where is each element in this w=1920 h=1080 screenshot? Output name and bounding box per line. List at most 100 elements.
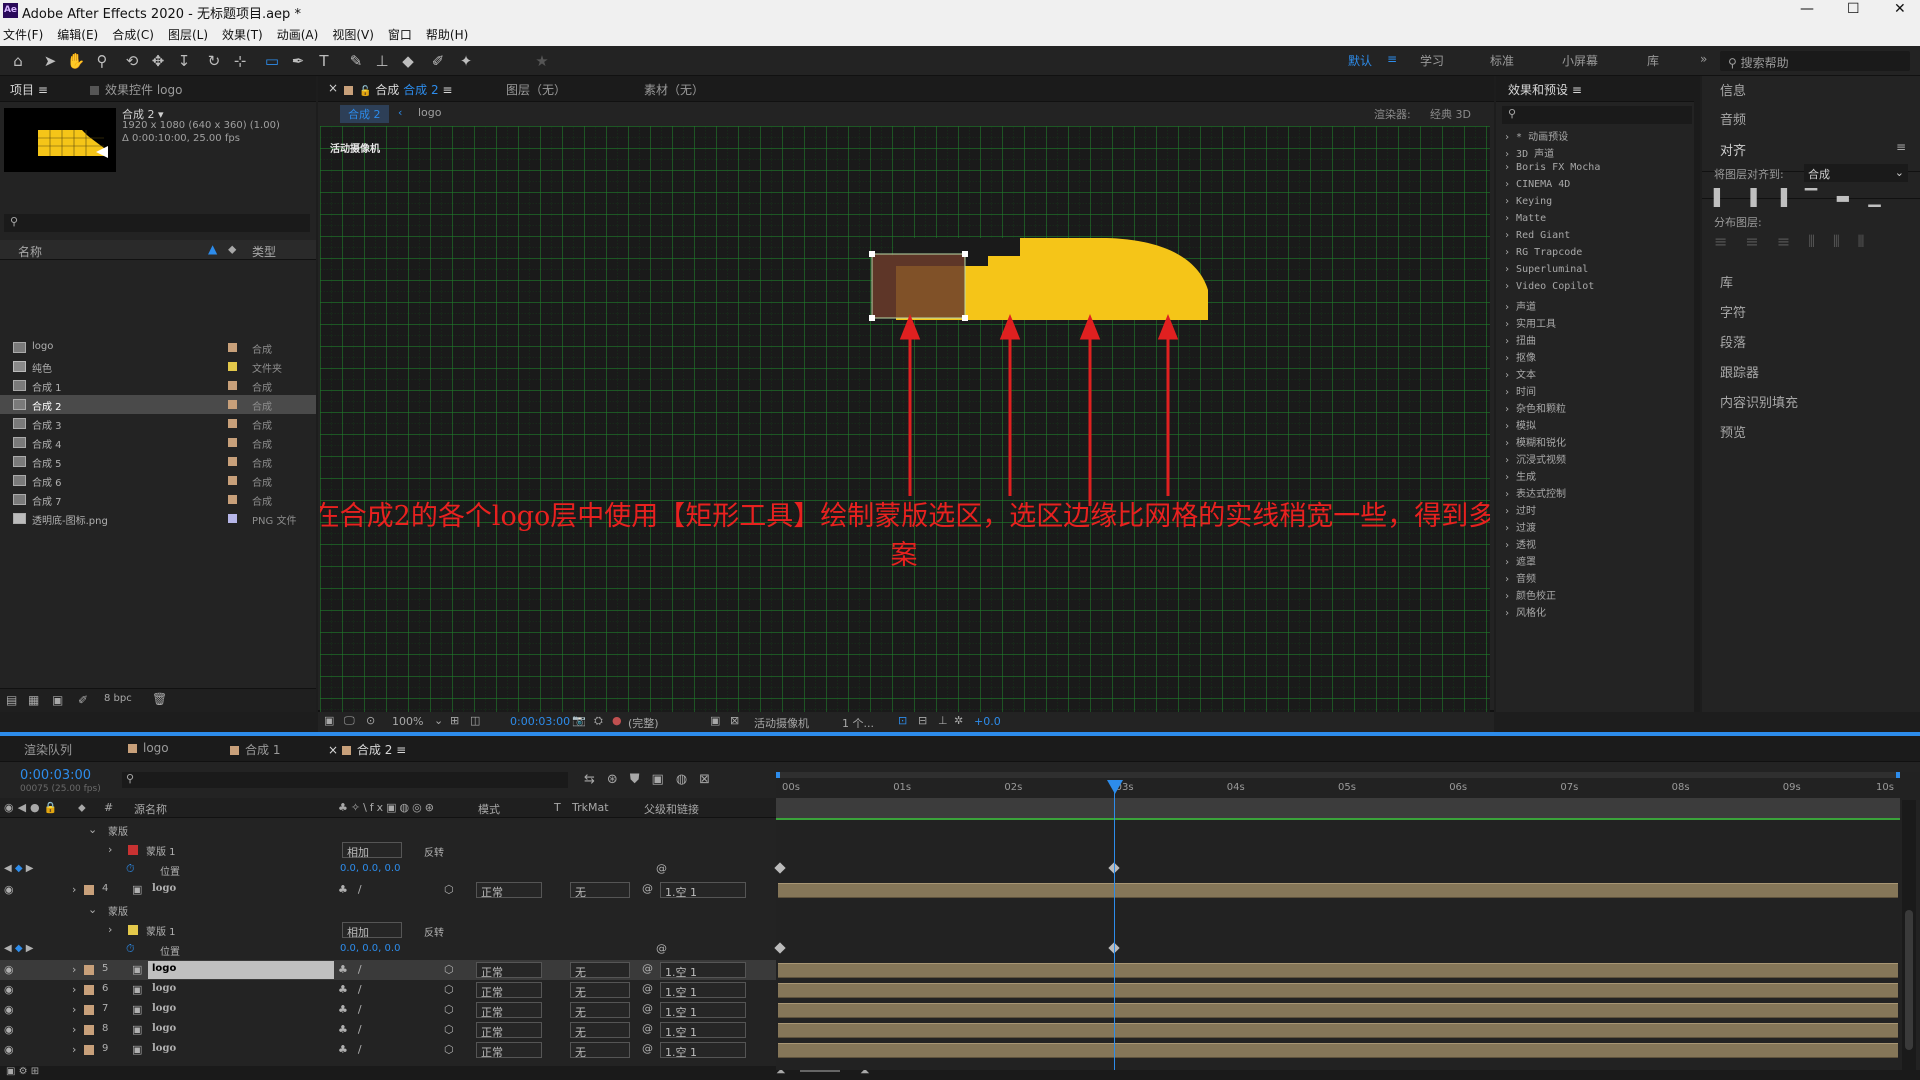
timeline-row-mask[interactable]: › 蒙版 1 相加 反转	[0, 840, 776, 860]
menu-window[interactable]: 窗口	[388, 26, 412, 43]
label-color-swatch[interactable]	[228, 419, 237, 428]
pick-whip-icon[interactable]: @	[642, 1022, 653, 1035]
mask-color-swatch[interactable]	[128, 925, 138, 935]
breadcrumb-logo[interactable]: logo	[418, 106, 442, 119]
effect-category[interactable]: › 模糊和锐化	[1504, 434, 1566, 449]
safe-zones-icon[interactable]: ⊞	[450, 714, 459, 727]
workspace-standard[interactable]: 标准	[1490, 52, 1514, 69]
layer-name[interactable]: logo	[152, 983, 176, 994]
preview-icon[interactable]: ▣	[324, 714, 334, 727]
3d-layer-icon[interactable]: ⬡	[444, 1003, 454, 1016]
library-panel-tab[interactable]: 库	[1720, 272, 1733, 291]
project-item[interactable]: 合成 6 合成	[0, 471, 316, 490]
menu-layer[interactable]: 图层(L)	[168, 26, 208, 43]
transparency-grid-icon[interactable]: ◫	[470, 714, 480, 727]
menu-composition[interactable]: 合成(C)	[112, 26, 154, 43]
timeline-row-mask[interactable]: › 蒙版 1 相加 反转	[0, 920, 776, 940]
timeline-row-layer[interactable]: ◉ › 8 ▣ logo ♣/ ⬡ 正常 无 @1.空 1	[0, 1020, 776, 1040]
chevron-down-icon[interactable]: ⌄	[88, 903, 97, 916]
effect-category[interactable]: › RG Trapcode	[1504, 247, 1582, 258]
menu-file[interactable]: 文件(F)	[3, 26, 43, 43]
align-buttons[interactable]: ▌▐▐▔▬▁	[1714, 188, 1899, 207]
selection-tool-icon[interactable]: ➤	[38, 50, 62, 72]
tab-effects-presets[interactable]: 效果和预设 ≡	[1508, 81, 1582, 98]
effect-category[interactable]: › 3D 声道	[1504, 145, 1554, 160]
chevron-right-icon[interactable]: ›	[72, 1043, 76, 1056]
camera-select[interactable]: 活动摄像机	[754, 715, 809, 731]
col-source-name[interactable]: 源名称	[134, 801, 167, 817]
snapshot-icon[interactable]: 📷	[572, 714, 586, 727]
blend-mode-select[interactable]: 正常	[476, 962, 542, 979]
effect-category[interactable]: › 过渡	[1504, 519, 1536, 534]
layer-duration-bar[interactable]	[778, 1023, 1898, 1038]
align-panel-title[interactable]: 对齐	[1720, 140, 1746, 159]
timeline-current-time[interactable]: 0:00:03:00	[20, 768, 91, 783]
label-color-swatch[interactable]	[228, 514, 237, 523]
effect-category[interactable]: › 杂色和颗粒	[1504, 400, 1566, 415]
project-item[interactable]: 纯色 文件夹	[0, 357, 316, 376]
3d-layer-icon[interactable]: ⬡	[444, 883, 454, 896]
align-menu-icon[interactable]: ≡	[1896, 140, 1906, 154]
label-color-swatch[interactable]	[228, 495, 237, 504]
trkmat-select[interactable]: 无	[570, 1022, 630, 1039]
trkmat-select[interactable]: 无	[570, 982, 630, 999]
maximize-button[interactable]: ☐	[1847, 1, 1860, 17]
effect-category[interactable]: › 音频	[1504, 570, 1536, 585]
label-color-swatch[interactable]	[84, 1005, 94, 1015]
layer-duration-bar[interactable]	[778, 1003, 1898, 1018]
parent-select[interactable]: 1.空 1	[660, 882, 746, 899]
mask-view-icon[interactable]: ⊙	[366, 714, 375, 727]
content-aware-fill-tab[interactable]: 内容识别填充	[1720, 392, 1798, 411]
layer-switches-icon[interactable]: ♣/	[338, 983, 372, 996]
adjust-icon[interactable]: ✐	[78, 693, 88, 707]
label-color-swatch[interactable]	[84, 1045, 94, 1055]
col-trkmat[interactable]: TrkMat	[572, 801, 609, 814]
project-item[interactable]: 合成 4 合成	[0, 433, 316, 452]
dolly-tool-icon[interactable]: ↧	[172, 50, 196, 72]
property-value[interactable]: 0.0, 0.0, 0.0	[340, 863, 400, 874]
label-color-swatch[interactable]	[84, 1025, 94, 1035]
timeline-row-layer[interactable]: ◉ › 7 ▣ logo ♣/ ⬡ 正常 无 @1.空 1	[0, 1000, 776, 1020]
chevron-right-icon[interactable]: ›	[108, 923, 112, 936]
effect-category[interactable]: › Red Giant	[1504, 230, 1570, 241]
chevron-right-icon[interactable]: ›	[72, 883, 76, 896]
layer-switches-icon[interactable]: ♣/	[338, 1043, 372, 1056]
visibility-eye-icon[interactable]: ◉	[4, 883, 14, 896]
layer-name[interactable]: logo	[152, 1023, 176, 1034]
workspace-learn[interactable]: 学习	[1420, 52, 1444, 69]
layer-name[interactable]: logo	[148, 961, 334, 979]
layer-switches-icon[interactable]: ♣/	[338, 1023, 372, 1036]
label-color-swatch[interactable]	[84, 985, 94, 995]
effect-category[interactable]: › * 动画预设	[1504, 128, 1568, 143]
layer-duration-bar[interactable]	[778, 963, 1898, 978]
project-item[interactable]: 合成 7 合成	[0, 490, 316, 509]
trkmat-select[interactable]: 无	[570, 1002, 630, 1019]
layer-duration-bar[interactable]	[778, 883, 1898, 898]
minimize-button[interactable]: —	[1800, 1, 1814, 17]
col-t[interactable]: T	[554, 801, 561, 814]
label-color-swatch[interactable]	[228, 343, 237, 352]
rectangle-tool-icon[interactable]: ▭	[260, 50, 284, 72]
close-button[interactable]: ✕	[1894, 1, 1906, 17]
eraser-tool-icon[interactable]: ◆	[396, 50, 420, 72]
effect-category[interactable]: › 透视	[1504, 536, 1536, 551]
col-mode[interactable]: 模式	[478, 801, 500, 817]
label-color-swatch[interactable]	[228, 381, 237, 390]
effect-category[interactable]: › 扭曲	[1504, 332, 1536, 347]
hand-tool-icon[interactable]: ✋	[64, 50, 88, 72]
effect-category[interactable]: › 文本	[1504, 366, 1536, 381]
layer-name[interactable]: logo	[152, 883, 176, 894]
effect-category[interactable]: › 生成	[1504, 468, 1536, 483]
zoom-select[interactable]: 100%	[392, 715, 423, 728]
effect-category[interactable]: › 声道	[1504, 298, 1536, 313]
keyframe-nav-icon[interactable]: ◀ ◆ ▶	[4, 943, 33, 954]
tab-composition[interactable]: 🔓 合成 合成 2 ≡	[344, 81, 452, 98]
sort-up-icon[interactable]: ▲	[208, 242, 217, 256]
timeline-row-prop[interactable]: ◀ ◆ ▶ ⏱ 位置 0.0, 0.0, 0.0 @	[0, 860, 776, 880]
new-folder-icon[interactable]: ▦	[28, 693, 39, 707]
project-item[interactable]: logo 合成	[0, 338, 316, 357]
reset-exposure-icon[interactable]: ✲	[954, 714, 963, 727]
project-item[interactable]: 合成 2 合成	[0, 395, 316, 414]
puppet-tool-icon[interactable]: ✦	[454, 50, 478, 72]
label-tag-icon[interactable]: ⬥	[228, 242, 236, 257]
